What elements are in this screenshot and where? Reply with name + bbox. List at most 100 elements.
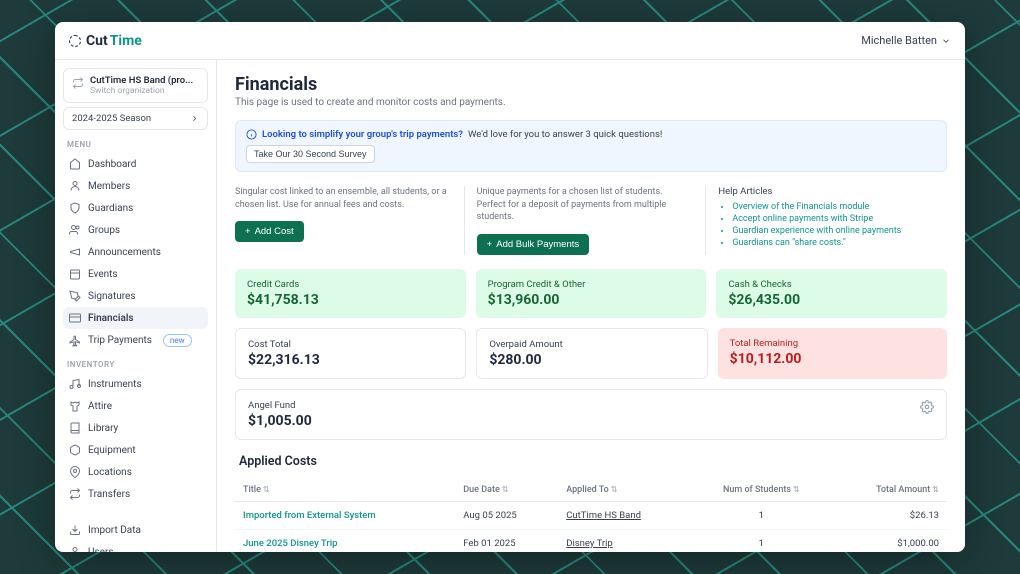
th-label: Num of Students [723,485,791,495]
stat-label: Overpaid Amount [489,339,694,350]
applied-costs-table: Title⇅ Due Date⇅ Applied To⇅ Num of Stud… [235,479,947,552]
th-applied[interactable]: Applied To⇅ [558,479,692,502]
stat-angel-fund: Angel Fund $1,005.00 [235,389,947,440]
stat-label: Total Remaining [730,338,935,349]
sort-icon: ⇅ [793,485,800,494]
nav-label: Dashboard [88,159,136,170]
sidebar-item-trip-payments[interactable]: Trip Paymentsnew [63,329,208,352]
sidebar-item-members[interactable]: Members [63,175,208,197]
th-num[interactable]: Num of Students⇅ [693,479,830,502]
applied-link[interactable]: Disney Trip [566,538,613,549]
season-label: 2024-2025 Season [72,113,151,124]
shield-icon [69,202,81,214]
notice-bold: Looking to simplify your group's trip pa… [262,129,463,140]
help-link[interactable]: Guardian experience with online payments [732,226,935,236]
season-select[interactable]: 2024-2025 Season [63,107,208,130]
cost-amount: $26.13 [830,501,947,529]
nav-label: Groups [88,225,120,236]
sidebar: CutTime HS Band (pro... Switch organizat… [55,60,217,552]
app-window: CutTime Michelle Batten CutTime HS Band … [55,22,965,552]
sort-icon: ⇅ [263,485,270,494]
stat-remaining: Total Remaining $10,112.00 [718,328,947,379]
stat-value: $1,005.00 [248,413,312,429]
cost-title[interactable]: June 2025 Disney Trip [235,529,455,552]
help-card: Help Articles Overview of the Financials… [705,186,947,255]
cost-amount: $1,000.00 [830,529,947,552]
sort-icon: ⇅ [611,485,618,494]
sidebar-item-financials[interactable]: Financials [63,307,208,329]
stat-row-2: Cost Total $22,316.13 Overpaid Amount $2… [235,328,947,379]
survey-button[interactable]: Take Our 30 Second Survey [246,145,375,163]
user-menu[interactable]: Michelle Batten [861,34,951,47]
sidebar-item-locations[interactable]: Locations [63,461,208,483]
th-amount[interactable]: Total Amount⇅ [830,479,947,502]
book-icon [69,422,81,434]
sidebar-item-import[interactable]: Import Data [63,519,208,541]
org-switcher[interactable]: CutTime HS Band (pro... Switch organizat… [63,68,208,103]
music-icon [69,378,81,390]
stat-label: Angel Fund [248,400,312,411]
menu-label: MENU [67,140,208,149]
topbar: CutTime Michelle Batten [55,22,965,60]
info-icon [246,129,257,140]
sidebar-item-guardians[interactable]: Guardians [63,197,208,219]
nav-label: Instruments [88,379,142,390]
help-link[interactable]: Overview of the Financials module [732,202,935,212]
pin-icon [69,466,81,478]
applied-link[interactable]: CutTime HS Band [566,510,641,521]
sidebar-item-announcements[interactable]: Announcements [63,241,208,263]
th-label: Due Date [463,485,499,495]
sort-icon: ⇅ [932,485,939,494]
cost-num: 1 [693,501,830,529]
gear-icon[interactable] [920,400,934,414]
sort-icon: ⇅ [502,485,509,494]
stat-overpaid: Overpaid Amount $280.00 [476,328,707,379]
add-cost-desc: Singular cost linked to an ensemble, all… [235,186,452,211]
sidebar-item-instruments[interactable]: Instruments [63,373,208,395]
user-name: Michelle Batten [861,34,937,47]
sidebar-item-signatures[interactable]: Signatures [63,285,208,307]
bulk-desc: Unique payments for a chosen list of stu… [477,186,694,224]
stat-cash-checks: Cash & Checks $26,435.00 [716,269,947,318]
page-title: Financials [235,74,947,95]
home-icon [69,158,81,170]
sidebar-item-events[interactable]: Events [63,263,208,285]
sidebar-item-transfers[interactable]: Transfers [63,483,208,505]
nav-label: Transfers [88,489,130,500]
stat-value: $10,112.00 [730,351,935,367]
logo-icon [69,35,81,47]
help-link[interactable]: Accept online payments with Stripe [732,214,935,224]
add-bulk-label: Add Bulk Payments [496,239,579,250]
logo[interactable]: CutTime [69,33,142,49]
sidebar-item-equipment[interactable]: Equipment [63,439,208,461]
upload-icon [69,524,81,536]
sidebar-item-users[interactable]: Users [63,541,208,552]
sidebar-item-attire[interactable]: Attire [63,395,208,417]
nav-label: Locations [88,467,132,478]
calendar-icon [69,268,81,280]
sidebar-item-dashboard[interactable]: Dashboard [63,153,208,175]
stat-value: $41,758.13 [247,292,454,308]
sidebar-item-library[interactable]: Library [63,417,208,439]
stat-value: $280.00 [489,352,694,368]
content: Financials This page is used to create a… [217,60,965,552]
add-cost-button[interactable]: +Add Cost [235,221,304,242]
cost-num: 1 [693,529,830,552]
org-sub: Switch organization [90,86,193,96]
stat-program-credit: Program Credit & Other $13,960.00 [476,269,707,318]
stat-label: Cost Total [248,339,453,350]
help-link[interactable]: Guardians can "share costs." [732,238,935,248]
cost-title[interactable]: Imported from External System [235,501,455,529]
stat-value: $13,960.00 [488,292,695,308]
stat-cost-total: Cost Total $22,316.13 [235,328,466,379]
add-cost-card: Singular cost linked to an ensemble, all… [235,186,464,255]
add-bulk-button[interactable]: +Add Bulk Payments [477,234,589,255]
main-area: CutTime HS Band (pro... Switch organizat… [55,60,965,552]
help-title: Help Articles [718,186,935,197]
th-title[interactable]: Title⇅ [235,479,455,502]
nav-label: Trip Payments [88,335,152,346]
chevron-down-icon [941,36,951,46]
notice-banner: Looking to simplify your group's trip pa… [235,120,947,172]
sidebar-item-groups[interactable]: Groups [63,219,208,241]
th-due[interactable]: Due Date⇅ [455,479,558,502]
